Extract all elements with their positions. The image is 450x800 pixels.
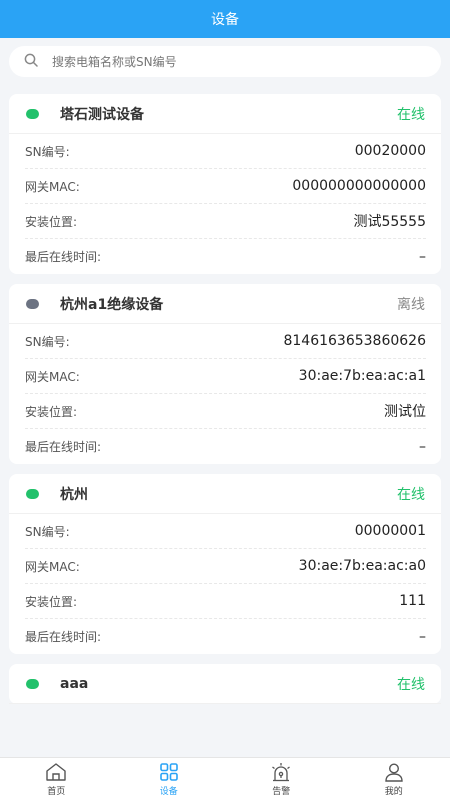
mac-label: 网关MAC: [25, 369, 80, 384]
mac-label: 网关MAC: [25, 559, 80, 574]
last-online-label: 最后在线时间: [25, 440, 102, 454]
device-name: aaa [60, 675, 89, 692]
device-card-header[interactable]: 塔石测试设备 在线 [9, 94, 441, 134]
location-value: 111 [399, 593, 426, 609]
sn-row: SN编号: 8146163653860626 [25, 324, 426, 359]
bottom-tab-bar: 首页 设备 告警 我的 [0, 757, 450, 800]
status-badge: 在线 [397, 676, 425, 693]
location-row: 安装位置: 测试位 [25, 394, 426, 429]
location-label: 安装位置: [25, 594, 78, 609]
location-value: 测试位 [384, 404, 426, 420]
device-card-header[interactable]: aaa 在线 [9, 664, 441, 704]
device-card[interactable]: aaa 在线 [9, 664, 441, 704]
tab-label: 我的 [384, 787, 403, 797]
tab-home[interactable]: 首页 [0, 758, 113, 800]
grid-icon [157, 761, 181, 783]
sn-row: SN编号: 00000001 [25, 514, 426, 549]
sn-row: SN编号: 00020000 [25, 134, 426, 169]
last-online-value: – [419, 628, 426, 645]
device-card-header[interactable]: 杭州a1绝缘设备 离线 [9, 284, 441, 324]
mac-row: 网关MAC: 30:ae:7b:ea:ac:a0 [25, 549, 426, 584]
tab-devices[interactable]: 设备 [113, 758, 226, 800]
search-bar[interactable] [9, 46, 441, 77]
device-name: 塔石测试设备 [60, 106, 144, 123]
sn-label: SN编号: [25, 524, 70, 539]
last-online-row: 最后在线时间: – [25, 619, 426, 654]
status-badge: 离线 [397, 296, 425, 313]
device-card-header[interactable]: 杭州 在线 [9, 474, 441, 514]
mac-label: 网关MAC: [25, 179, 80, 194]
sn-value: 00000001 [354, 523, 426, 539]
tab-label: 告警 [272, 787, 291, 797]
location-label: 安装位置: [25, 214, 78, 229]
device-card[interactable]: 杭州a1绝缘设备 离线 SN编号: 8146163653860626 网关MAC… [9, 284, 441, 464]
device-card[interactable]: 杭州 在线 SN编号: 00000001 网关MAC: 30:ae:7b:ea:… [9, 474, 441, 654]
status-dot [26, 108, 39, 119]
search-input[interactable] [52, 54, 422, 69]
status-dot [26, 488, 39, 499]
device-card[interactable]: 塔石测试设备 在线 SN编号: 00020000 网关MAC: 00000000… [9, 94, 441, 274]
sn-label: SN编号: [25, 334, 70, 349]
sn-label: SN编号: [25, 144, 70, 159]
last-online-value: – [419, 248, 426, 265]
page-title: 设备 [211, 12, 239, 28]
status-dot [26, 298, 39, 309]
tab-label: 设备 [159, 787, 178, 797]
tab-alarms[interactable]: 告警 [225, 758, 338, 800]
mac-row: 网关MAC: 30:ae:7b:ea:ac:a1 [25, 359, 426, 394]
tab-profile[interactable]: 我的 [338, 758, 450, 800]
sn-value: 00020000 [354, 143, 426, 159]
last-online-row: 最后在线时间: – [25, 429, 426, 464]
status-dot [26, 678, 39, 689]
mac-value: 30:ae:7b:ea:ac:a1 [298, 368, 426, 384]
location-label: 安装位置: [25, 404, 78, 419]
home-icon [44, 761, 68, 783]
device-list[interactable]: 塔石测试设备 在线 SN编号: 00020000 网关MAC: 00000000… [9, 94, 441, 757]
device-name: 杭州 [60, 486, 88, 503]
tab-label: 首页 [47, 787, 66, 797]
alarm-icon [269, 761, 293, 783]
last-online-row: 最后在线时间: – [25, 239, 426, 274]
mac-value: 000000000000000 [292, 178, 426, 194]
last-online-value: – [419, 438, 426, 455]
location-value: 测试55555 [353, 214, 426, 230]
search-icon [24, 52, 38, 71]
sn-value: 8146163653860626 [283, 333, 426, 349]
location-row: 安装位置: 111 [25, 584, 426, 619]
device-name: 杭州a1绝缘设备 [60, 296, 164, 313]
top-bar: 设备 [0, 0, 450, 38]
mac-value: 30:ae:7b:ea:ac:a0 [298, 558, 426, 574]
status-badge: 在线 [397, 106, 425, 123]
last-online-label: 最后在线时间: [25, 250, 102, 264]
last-online-label: 最后在线时间: [25, 630, 102, 644]
status-badge: 在线 [397, 486, 425, 503]
mac-row: 网关MAC: 000000000000000 [25, 169, 426, 204]
location-row: 安装位置: 测试55555 [25, 204, 426, 239]
user-icon [382, 761, 406, 783]
